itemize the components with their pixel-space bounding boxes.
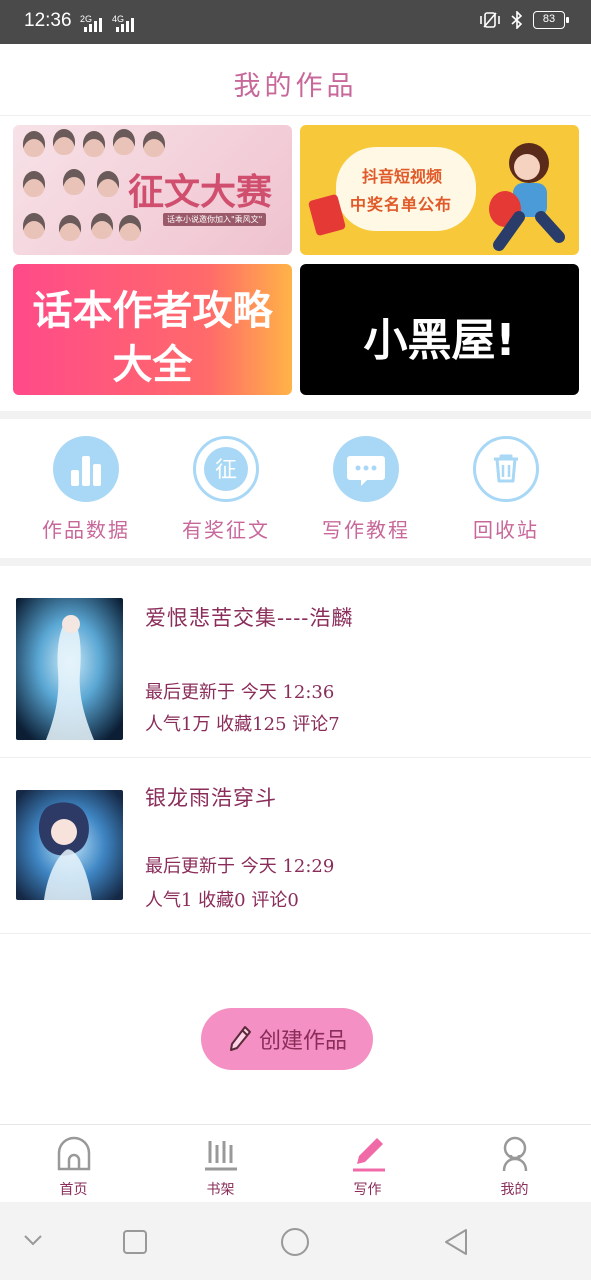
signal-icon	[84, 16, 104, 32]
pen-icon	[353, 1138, 385, 1172]
vibrate-icon	[480, 12, 500, 28]
trash-icon	[473, 436, 539, 502]
bookshelf-icon	[205, 1141, 237, 1171]
chat-bubble-icon	[333, 436, 399, 502]
work-updated: 最后更新于 今天 12:29	[145, 856, 335, 877]
tab-bookshelf[interactable]: 书架	[147, 1125, 294, 1203]
quick-item-data[interactable]: 作品数据	[16, 420, 156, 558]
quick-label: 写作教程	[322, 518, 410, 542]
chevron-down-icon[interactable]	[22, 1232, 44, 1248]
profile-icon	[502, 1136, 528, 1172]
bluetooth-icon	[511, 11, 523, 29]
create-work-label: 创建作品	[258, 1029, 347, 1054]
work-item[interactable]: 爱恨悲苦交集----浩麟 最后更新于 今天 12:36 人气1万 收藏125 评…	[0, 582, 591, 758]
contest-banner[interactable]: 征文大赛 话本小说邀你加入"乘风文"	[13, 125, 292, 255]
douyin-banner[interactable]: 抖音短视频 中奖名单公布	[300, 125, 579, 255]
contest-title: 征文大赛	[128, 171, 273, 213]
girl-illustration	[489, 143, 565, 251]
section-divider	[0, 558, 591, 566]
tab-profile[interactable]: 我的	[441, 1125, 588, 1203]
speech-bubble	[336, 147, 476, 231]
create-work-button[interactable]: 创建作品	[201, 1008, 373, 1070]
work-cover	[16, 598, 123, 740]
quick-label: 回收站	[473, 518, 539, 542]
work-stats: 人气1 收藏0 评论0	[145, 890, 299, 911]
work-cover	[16, 790, 123, 900]
pencil-icon	[229, 1026, 251, 1051]
douyin-line2: 中奖名单公布	[350, 195, 453, 214]
contest-icon: 征	[193, 436, 259, 502]
tab-label: 书架	[206, 1182, 235, 1198]
work-updated: 最后更新于 今天 12:36	[145, 682, 335, 703]
signal-icon	[116, 16, 136, 32]
author-guide-banner[interactable]: 话本作者攻略 大全	[13, 264, 292, 395]
system-nav-bar	[0, 1202, 591, 1280]
blackroom-banner[interactable]: 小黑屋!	[300, 264, 579, 395]
tab-label: 首页	[59, 1182, 88, 1198]
quick-label: 有奖征文	[182, 518, 270, 542]
svg-text:征: 征	[215, 458, 237, 483]
tab-label: 写作	[353, 1182, 382, 1198]
tab-home[interactable]: 首页	[0, 1125, 147, 1203]
recent-apps-icon[interactable]	[121, 1228, 149, 1256]
work-stats: 人气1万 收藏125 评论7	[145, 714, 340, 735]
home-icon	[57, 1136, 91, 1171]
bar-chart-icon	[53, 436, 119, 502]
guide-line1: 话本作者攻略	[32, 288, 273, 334]
guide-line2: 大全	[112, 342, 193, 388]
work-title: 爱恨悲苦交集----浩麟	[145, 606, 354, 630]
quick-item-trash[interactable]: 回收站	[436, 420, 576, 558]
idol-photos	[19, 125, 165, 255]
bottom-tab-bar: 首页 书架 写作 我的	[0, 1124, 591, 1202]
status-time: 12:36	[24, 10, 72, 31]
quick-item-contest[interactable]: 征 有奖征文	[156, 420, 296, 558]
tab-label: 我的	[500, 1182, 529, 1198]
back-icon[interactable]	[441, 1226, 471, 1258]
douyin-line1: 抖音短视频	[362, 167, 443, 186]
contest-subtitle: 话本小说邀你加入"乘风文"	[163, 213, 267, 226]
blackroom-text: 小黑屋!	[363, 315, 516, 366]
home-circle-icon[interactable]	[279, 1226, 311, 1258]
quick-item-tutorial[interactable]: 写作教程	[296, 420, 436, 558]
section-divider	[0, 411, 591, 419]
battery-indicator: 83	[533, 11, 569, 29]
work-title: 银龙雨浩穿斗	[145, 786, 277, 810]
quick-label: 作品数据	[42, 518, 130, 542]
page-title: 我的作品	[233, 71, 358, 102]
tab-write[interactable]: 写作	[294, 1125, 441, 1203]
work-item[interactable]: 银龙雨浩穿斗 最后更新于 今天 12:29 人气1 收藏0 评论0	[0, 758, 591, 934]
quick-actions: 作品数据 征 有奖征文 写作教程 回收站	[0, 420, 591, 558]
page-header: 我的作品	[0, 44, 591, 116]
status-bar: 12:36 2G 4G 83	[0, 0, 591, 44]
